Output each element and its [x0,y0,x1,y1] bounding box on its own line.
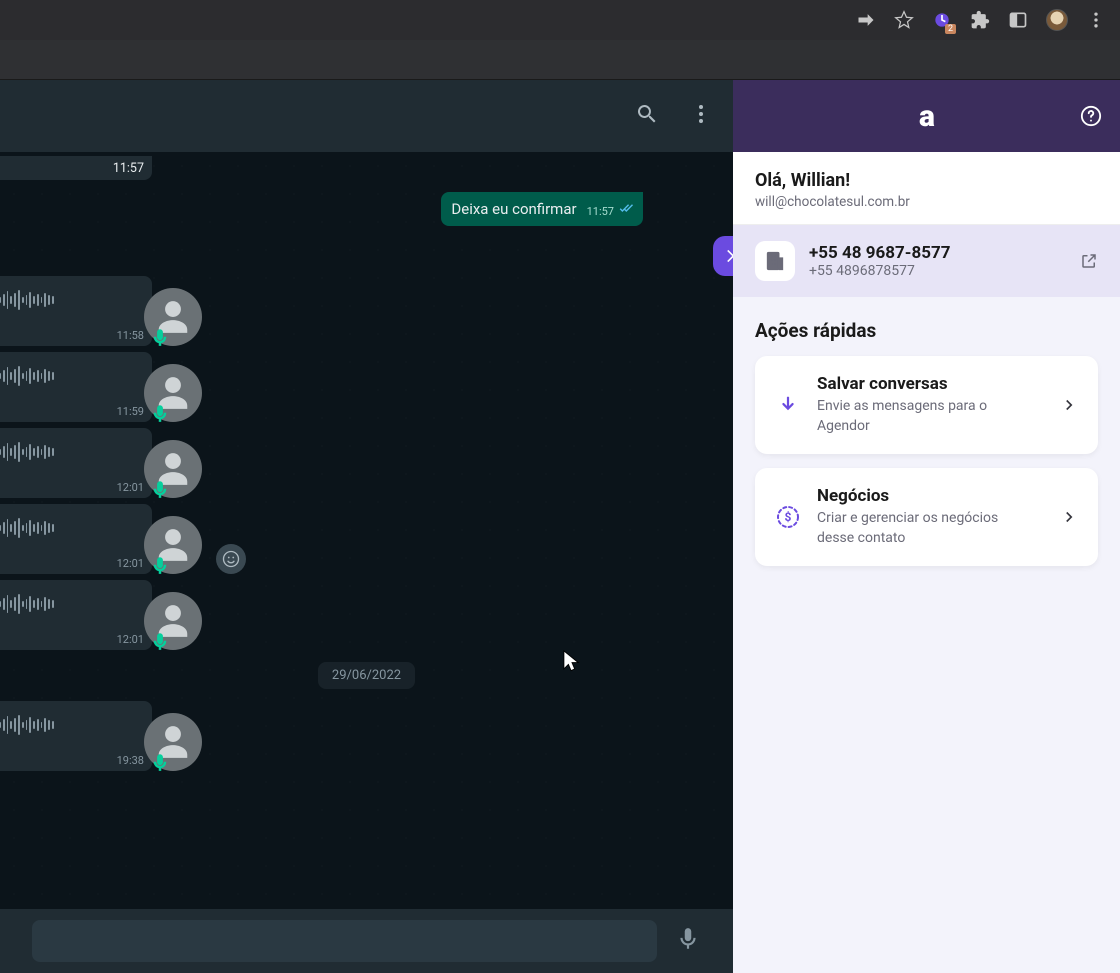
user-info: Olá, Willian! will@chocolatesul.com.br [733,152,1120,225]
outgoing-message[interactable]: Deixa eu confirmar 11:57 [441,192,643,226]
deal-icon: $ [775,504,801,530]
read-receipt-icon [617,204,633,218]
save-conversations-card[interactable]: Salvar conversas Envie as mensagens para… [755,356,1098,454]
deals-card[interactable]: $ Negócios Criar e gerenciar os negócios… [755,468,1098,566]
waveform-icon [0,711,54,739]
message-time: 12:01 [117,633,144,646]
voice-message[interactable]: 12:01 [0,428,152,498]
sender-avatar[interactable] [144,592,202,650]
mouse-cursor-icon [563,650,581,674]
record-voice-icon[interactable] [675,926,701,956]
card-title: Salvar conversas [817,374,1044,394]
waveform-icon [0,362,54,390]
voice-message[interactable]: 11:59 [0,352,152,422]
voice-message-cropped: 11:57 [0,156,152,180]
sender-avatar[interactable] [144,440,202,498]
browser-toolbar: 2 [0,0,1120,40]
panel-header: a [733,80,1120,152]
voice-message[interactable]: 19:38 [0,701,152,771]
waveform-icon [0,514,54,542]
star-icon[interactable] [894,10,914,30]
chevron-right-icon [1060,396,1078,414]
agendor-logo: a [919,99,934,134]
open-external-icon[interactable] [1080,252,1098,270]
date-label: 29/06/2022 [318,662,415,689]
chat-messages: 11:57 Deixa eu confirmar 11:57 [0,152,733,909]
svg-text:$: $ [785,510,792,524]
reaction-button[interactable] [216,544,246,574]
message-time: 11:59 [117,405,144,418]
user-greeting: Olá, Willian! [755,170,1098,191]
profile-avatar-icon[interactable] [1046,9,1068,31]
agendor-panel: a Olá, Willian! will@chocolatesul.com.br… [733,80,1120,973]
message-input[interactable] [32,920,657,962]
voice-message[interactable]: 12:01 [0,504,152,574]
mic-icon [150,753,170,773]
side-panel-icon[interactable] [1008,10,1028,30]
quick-actions-title: Ações rápidas [755,319,1098,342]
panel-body: Ações rápidas Salvar conversas Envie as … [733,297,1120,602]
download-icon [775,392,801,418]
mic-icon [150,404,170,424]
sender-avatar[interactable] [144,516,202,574]
waveform-icon [0,286,54,314]
sender-avatar[interactable] [144,288,202,346]
card-title: Negócios [817,486,1044,506]
mic-icon [150,556,170,576]
search-icon[interactable] [635,102,659,130]
message-time: 11:57 [113,161,144,176]
waveform-icon [0,438,54,466]
extension-badge: 2 [945,24,956,34]
sender-avatar[interactable] [144,364,202,422]
voice-message[interactable]: 12:01 [0,580,152,650]
sender-avatar[interactable] [144,713,202,771]
chat-menu-icon[interactable] [689,102,713,130]
card-description: Criar e gerenciar os negócios desse cont… [817,509,1017,548]
extensions-puzzle-icon[interactable] [970,10,990,30]
contact-phone-raw: +55 4896878577 [809,263,950,279]
contact-phone-block: +55 48 9687-8577 +55 4896878577 [733,225,1120,297]
browser-menu-icon[interactable] [1086,10,1106,30]
waveform-icon [0,590,54,618]
browser-tabstrip [0,40,1120,80]
message-time: 12:01 [117,481,144,494]
message-time: 11:57 [587,205,614,218]
share-icon[interactable] [856,10,876,30]
whatsapp-pane: 11:57 Deixa eu confirmar 11:57 [0,80,733,973]
extension-icon[interactable]: 2 [932,10,952,30]
message-time: 19:38 [117,754,144,767]
user-email: will@chocolatesul.com.br [755,194,1098,210]
card-description: Envie as mensagens para o Agendor [817,397,1017,436]
voice-message[interactable]: 11:58 [0,276,152,346]
chat-header [0,80,733,152]
date-divider: 29/06/2022 [0,662,733,689]
mic-icon [150,632,170,652]
help-icon[interactable] [1080,105,1102,127]
message-time: 12:01 [117,557,144,570]
message-text: Deixa eu confirmar [451,200,576,218]
mic-icon [150,480,170,500]
message-time: 11:58 [117,329,144,342]
chevron-right-icon [1060,508,1078,526]
contact-phone-formatted: +55 48 9687-8577 [809,243,950,263]
mic-icon [150,328,170,348]
chat-composer [0,909,733,973]
organization-icon [755,241,795,281]
